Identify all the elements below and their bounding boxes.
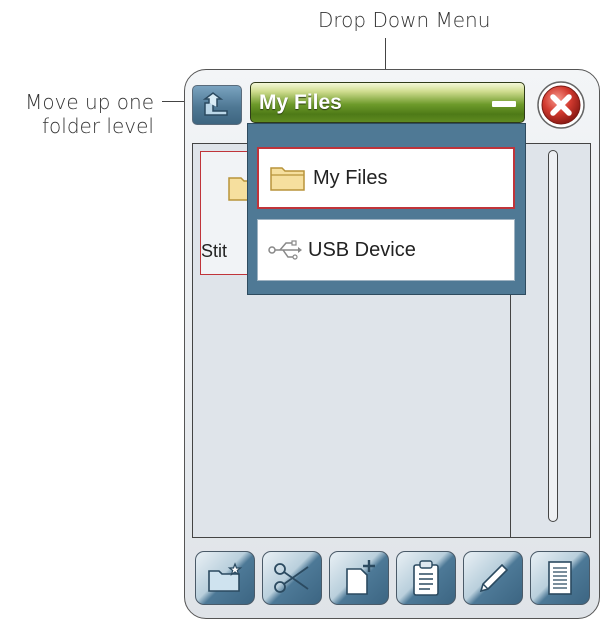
annotation-drop-down-menu: Drop Down Menu xyxy=(318,8,491,32)
usb-icon xyxy=(268,240,302,260)
new-folder-button[interactable] xyxy=(195,551,255,605)
dropdown-item-usb-device[interactable]: USB Device xyxy=(257,219,515,281)
new-folder-icon xyxy=(208,562,243,592)
file-item-label: Stit xyxy=(201,241,228,261)
pencil-icon xyxy=(479,563,509,593)
info-button[interactable] xyxy=(530,551,590,605)
folder-up-button[interactable] xyxy=(192,85,242,125)
dropdown-item-label: USB Device xyxy=(308,238,416,261)
rename-button[interactable] xyxy=(463,551,523,605)
folder-up-icon xyxy=(202,92,228,116)
new-file-button[interactable] xyxy=(329,551,389,605)
annotation-move-up-line2: folder level xyxy=(42,114,154,138)
dropdown-item-label: My Files xyxy=(313,166,388,189)
folder-dropdown-trigger[interactable]: My Files xyxy=(250,82,525,123)
document-icon xyxy=(548,561,572,595)
minus-icon xyxy=(492,101,516,107)
folder-dropdown-menu: My Files USB Device xyxy=(247,123,526,295)
new-file-icon xyxy=(346,560,375,595)
close-button[interactable] xyxy=(536,80,586,130)
folder-icon xyxy=(270,167,305,191)
current-folder-title: My Files xyxy=(259,91,342,114)
dropdown-item-my-files[interactable]: My Files xyxy=(257,147,515,209)
paste-button[interactable] xyxy=(396,551,456,605)
cut-button[interactable] xyxy=(262,551,322,605)
close-icon xyxy=(537,81,585,129)
scissors-icon xyxy=(274,563,309,593)
clipboard-icon xyxy=(413,560,439,596)
scrollbar[interactable] xyxy=(548,150,558,522)
annotation-move-up-line1: Move up one xyxy=(25,90,154,114)
annotation-move-up: Move up one folder level xyxy=(0,90,154,138)
